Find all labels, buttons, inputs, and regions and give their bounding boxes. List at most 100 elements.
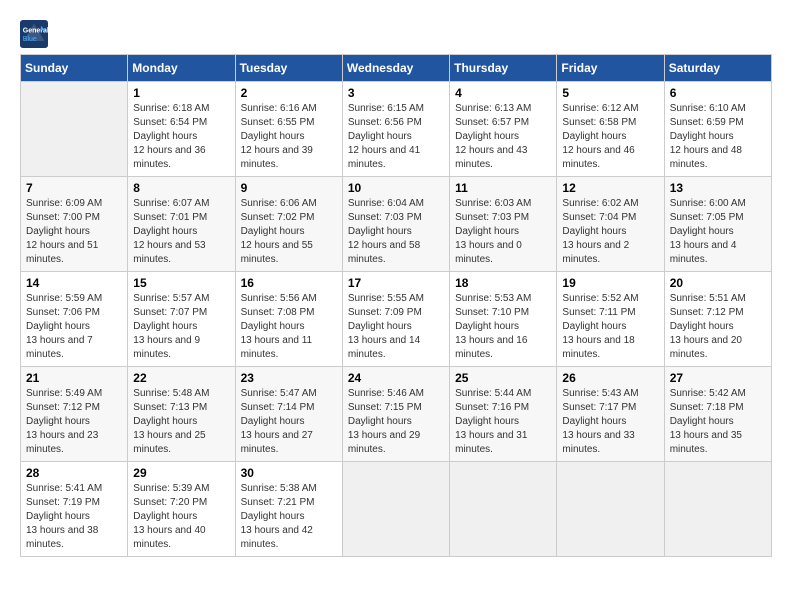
calendar-cell: 28 Sunrise: 5:41 AM Sunset: 7:19 PM Dayl… bbox=[21, 462, 128, 557]
calendar-cell: 30 Sunrise: 5:38 AM Sunset: 7:21 PM Dayl… bbox=[235, 462, 342, 557]
day-detail: Sunrise: 6:13 AM Sunset: 6:57 PM Dayligh… bbox=[455, 102, 551, 172]
day-number: 25 bbox=[455, 371, 551, 385]
day-number: 14 bbox=[26, 276, 122, 290]
day-detail: Sunrise: 5:42 AM Sunset: 7:18 PM Dayligh… bbox=[670, 387, 766, 457]
day-detail: Sunrise: 5:38 AM Sunset: 7:21 PM Dayligh… bbox=[241, 482, 337, 552]
calendar-cell: 6 Sunrise: 6:10 AM Sunset: 6:59 PM Dayli… bbox=[664, 82, 771, 177]
day-number: 27 bbox=[670, 371, 766, 385]
day-detail: Sunrise: 5:47 AM Sunset: 7:14 PM Dayligh… bbox=[241, 387, 337, 457]
day-number: 12 bbox=[562, 181, 658, 195]
day-detail: Sunrise: 6:18 AM Sunset: 6:54 PM Dayligh… bbox=[133, 102, 229, 172]
weekday-header-thursday: Thursday bbox=[450, 55, 557, 82]
calendar-cell: 1 Sunrise: 6:18 AM Sunset: 6:54 PM Dayli… bbox=[128, 82, 235, 177]
calendar-cell: 13 Sunrise: 6:00 AM Sunset: 7:05 PM Dayl… bbox=[664, 177, 771, 272]
day-detail: Sunrise: 5:43 AM Sunset: 7:17 PM Dayligh… bbox=[562, 387, 658, 457]
day-detail: Sunrise: 6:16 AM Sunset: 6:55 PM Dayligh… bbox=[241, 102, 337, 172]
calendar-cell bbox=[342, 462, 449, 557]
day-detail: Sunrise: 5:51 AM Sunset: 7:12 PM Dayligh… bbox=[670, 292, 766, 362]
calendar-cell: 17 Sunrise: 5:55 AM Sunset: 7:09 PM Dayl… bbox=[342, 272, 449, 367]
day-number: 23 bbox=[241, 371, 337, 385]
calendar-cell: 23 Sunrise: 5:47 AM Sunset: 7:14 PM Dayl… bbox=[235, 367, 342, 462]
weekday-header-tuesday: Tuesday bbox=[235, 55, 342, 82]
day-detail: Sunrise: 5:59 AM Sunset: 7:06 PM Dayligh… bbox=[26, 292, 122, 362]
calendar-cell: 2 Sunrise: 6:16 AM Sunset: 6:55 PM Dayli… bbox=[235, 82, 342, 177]
day-number: 15 bbox=[133, 276, 229, 290]
calendar-cell bbox=[664, 462, 771, 557]
calendar-table: SundayMondayTuesdayWednesdayThursdayFrid… bbox=[20, 54, 772, 557]
day-number: 2 bbox=[241, 86, 337, 100]
day-detail: Sunrise: 6:00 AM Sunset: 7:05 PM Dayligh… bbox=[670, 197, 766, 267]
calendar-cell: 21 Sunrise: 5:49 AM Sunset: 7:12 PM Dayl… bbox=[21, 367, 128, 462]
day-number: 9 bbox=[241, 181, 337, 195]
calendar-cell: 4 Sunrise: 6:13 AM Sunset: 6:57 PM Dayli… bbox=[450, 82, 557, 177]
calendar-cell bbox=[21, 82, 128, 177]
weekday-header-saturday: Saturday bbox=[664, 55, 771, 82]
calendar-cell: 7 Sunrise: 6:09 AM Sunset: 7:00 PM Dayli… bbox=[21, 177, 128, 272]
day-number: 20 bbox=[670, 276, 766, 290]
day-number: 18 bbox=[455, 276, 551, 290]
day-detail: Sunrise: 5:52 AM Sunset: 7:11 PM Dayligh… bbox=[562, 292, 658, 362]
day-detail: Sunrise: 6:02 AM Sunset: 7:04 PM Dayligh… bbox=[562, 197, 658, 267]
day-number: 29 bbox=[133, 466, 229, 480]
day-detail: Sunrise: 5:53 AM Sunset: 7:10 PM Dayligh… bbox=[455, 292, 551, 362]
calendar-cell: 12 Sunrise: 6:02 AM Sunset: 7:04 PM Dayl… bbox=[557, 177, 664, 272]
day-detail: Sunrise: 5:57 AM Sunset: 7:07 PM Dayligh… bbox=[133, 292, 229, 362]
calendar-cell bbox=[557, 462, 664, 557]
svg-text:Blue: Blue bbox=[23, 36, 37, 43]
calendar-cell: 10 Sunrise: 6:04 AM Sunset: 7:03 PM Dayl… bbox=[342, 177, 449, 272]
day-detail: Sunrise: 6:12 AM Sunset: 6:58 PM Dayligh… bbox=[562, 102, 658, 172]
day-number: 3 bbox=[348, 86, 444, 100]
day-detail: Sunrise: 6:04 AM Sunset: 7:03 PM Dayligh… bbox=[348, 197, 444, 267]
day-number: 19 bbox=[562, 276, 658, 290]
calendar-cell: 5 Sunrise: 6:12 AM Sunset: 6:58 PM Dayli… bbox=[557, 82, 664, 177]
day-detail: Sunrise: 5:49 AM Sunset: 7:12 PM Dayligh… bbox=[26, 387, 122, 457]
day-detail: Sunrise: 6:09 AM Sunset: 7:00 PM Dayligh… bbox=[26, 197, 122, 267]
day-number: 26 bbox=[562, 371, 658, 385]
day-number: 28 bbox=[26, 466, 122, 480]
day-number: 5 bbox=[562, 86, 658, 100]
calendar-cell: 15 Sunrise: 5:57 AM Sunset: 7:07 PM Dayl… bbox=[128, 272, 235, 367]
day-detail: Sunrise: 5:55 AM Sunset: 7:09 PM Dayligh… bbox=[348, 292, 444, 362]
day-detail: Sunrise: 6:10 AM Sunset: 6:59 PM Dayligh… bbox=[670, 102, 766, 172]
day-detail: Sunrise: 6:03 AM Sunset: 7:03 PM Dayligh… bbox=[455, 197, 551, 267]
day-detail: Sunrise: 5:56 AM Sunset: 7:08 PM Dayligh… bbox=[241, 292, 337, 362]
day-number: 8 bbox=[133, 181, 229, 195]
day-detail: Sunrise: 5:48 AM Sunset: 7:13 PM Dayligh… bbox=[133, 387, 229, 457]
calendar-cell: 26 Sunrise: 5:43 AM Sunset: 7:17 PM Dayl… bbox=[557, 367, 664, 462]
calendar-cell: 27 Sunrise: 5:42 AM Sunset: 7:18 PM Dayl… bbox=[664, 367, 771, 462]
day-detail: Sunrise: 5:44 AM Sunset: 7:16 PM Dayligh… bbox=[455, 387, 551, 457]
day-number: 30 bbox=[241, 466, 337, 480]
day-number: 11 bbox=[455, 181, 551, 195]
calendar-cell: 18 Sunrise: 5:53 AM Sunset: 7:10 PM Dayl… bbox=[450, 272, 557, 367]
day-detail: Sunrise: 5:46 AM Sunset: 7:15 PM Dayligh… bbox=[348, 387, 444, 457]
day-number: 16 bbox=[241, 276, 337, 290]
day-number: 10 bbox=[348, 181, 444, 195]
calendar-cell: 3 Sunrise: 6:15 AM Sunset: 6:56 PM Dayli… bbox=[342, 82, 449, 177]
day-number: 17 bbox=[348, 276, 444, 290]
calendar-cell: 25 Sunrise: 5:44 AM Sunset: 7:16 PM Dayl… bbox=[450, 367, 557, 462]
day-detail: Sunrise: 5:41 AM Sunset: 7:19 PM Dayligh… bbox=[26, 482, 122, 552]
day-detail: Sunrise: 6:06 AM Sunset: 7:02 PM Dayligh… bbox=[241, 197, 337, 267]
calendar-cell: 22 Sunrise: 5:48 AM Sunset: 7:13 PM Dayl… bbox=[128, 367, 235, 462]
day-number: 22 bbox=[133, 371, 229, 385]
calendar-cell bbox=[450, 462, 557, 557]
calendar-cell: 8 Sunrise: 6:07 AM Sunset: 7:01 PM Dayli… bbox=[128, 177, 235, 272]
day-number: 21 bbox=[26, 371, 122, 385]
calendar-cell: 14 Sunrise: 5:59 AM Sunset: 7:06 PM Dayl… bbox=[21, 272, 128, 367]
day-number: 24 bbox=[348, 371, 444, 385]
day-number: 6 bbox=[670, 86, 766, 100]
calendar-cell: 11 Sunrise: 6:03 AM Sunset: 7:03 PM Dayl… bbox=[450, 177, 557, 272]
weekday-header-wednesday: Wednesday bbox=[342, 55, 449, 82]
calendar-cell: 19 Sunrise: 5:52 AM Sunset: 7:11 PM Dayl… bbox=[557, 272, 664, 367]
page-header: General Blue bbox=[20, 20, 772, 48]
logo: General Blue bbox=[20, 20, 52, 48]
weekday-header-sunday: Sunday bbox=[21, 55, 128, 82]
calendar-cell: 24 Sunrise: 5:46 AM Sunset: 7:15 PM Dayl… bbox=[342, 367, 449, 462]
calendar-cell: 20 Sunrise: 5:51 AM Sunset: 7:12 PM Dayl… bbox=[664, 272, 771, 367]
day-number: 1 bbox=[133, 86, 229, 100]
day-detail: Sunrise: 6:07 AM Sunset: 7:01 PM Dayligh… bbox=[133, 197, 229, 267]
logo-icon: General Blue bbox=[20, 20, 48, 48]
day-detail: Sunrise: 5:39 AM Sunset: 7:20 PM Dayligh… bbox=[133, 482, 229, 552]
day-number: 13 bbox=[670, 181, 766, 195]
day-detail: Sunrise: 6:15 AM Sunset: 6:56 PM Dayligh… bbox=[348, 102, 444, 172]
